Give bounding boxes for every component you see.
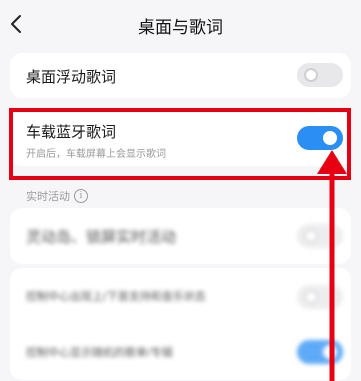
live-activity-section-text: 实时活动 <box>26 190 70 203</box>
red-arrow-icon <box>317 150 347 381</box>
desktop-lyrics-toggle[interactable] <box>297 63 343 87</box>
desktop-lyrics-row: 桌面浮动歌词 <box>10 53 351 98</box>
toggle-knob <box>304 68 318 82</box>
control-center-row-2-label: 控制中心显示随机的歌单/专辑 <box>26 346 173 359</box>
control-center-card: 控制中心出现上/下首支持和音乐状态 控制中心显示随机的歌单/专辑 <box>10 268 351 380</box>
page-title: 桌面与歌词 <box>138 18 223 38</box>
highlight-box <box>9 108 351 180</box>
info-icon[interactable]: i <box>74 189 88 203</box>
desktop-lyrics-label: 桌面浮动歌词 <box>26 68 117 86</box>
header: 桌面与歌词 <box>0 0 361 52</box>
control-center-row-1-label: 控制中心出现上/下首支持和音乐状态 <box>26 290 206 303</box>
live-activity-section-label: 实时活动 i <box>26 188 88 204</box>
dynamic-island-label: 灵动岛、锁屏实时活动 <box>26 228 177 246</box>
dynamic-island-row: 灵动岛、锁屏实时活动 <box>10 208 351 264</box>
